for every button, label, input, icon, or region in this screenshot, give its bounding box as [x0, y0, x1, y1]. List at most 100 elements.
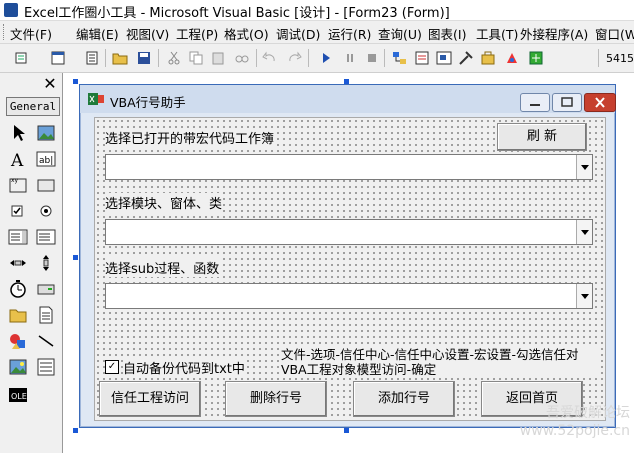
- toolbox-general-tab[interactable]: General: [6, 97, 60, 116]
- menu-tools[interactable]: 工具(T): [476, 24, 518, 43]
- standard-toolbar: 5415: [0, 44, 634, 73]
- menu-debug[interactable]: 调试(D): [276, 24, 320, 43]
- toolbar-separator: [308, 49, 309, 67]
- ole-icon[interactable]: OLE: [8, 385, 28, 405]
- position-readout: 5415: [606, 52, 634, 65]
- window-title: Excel工作圈小工具 - Microsoft Visual Basic [设计…: [24, 6, 450, 21]
- delete-line-numbers-button[interactable]: 删除行号: [225, 381, 327, 417]
- svg-text:ab|: ab|: [39, 156, 53, 166]
- textbox-icon[interactable]: ab|: [36, 149, 56, 169]
- trust-instructions: 文件-选项-信任中心-信任中心设置-宏设置-勾选信任对VBA工程对象模型访问-确…: [281, 347, 601, 377]
- workbook-combobox[interactable]: [105, 154, 593, 180]
- maximize-button[interactable]: [552, 93, 582, 112]
- toolbar-separator: [256, 49, 257, 67]
- label-icon[interactable]: A: [8, 149, 28, 169]
- stop-icon[interactable]: [364, 50, 380, 66]
- properties-window-icon[interactable]: [414, 50, 430, 66]
- menu-window[interactable]: 窗口(W: [595, 24, 634, 43]
- redo-icon[interactable]: [286, 50, 302, 66]
- commandbutton-icon[interactable]: [36, 175, 56, 195]
- vb-app-icon: [4, 3, 18, 17]
- excel-form-icon: [88, 92, 104, 106]
- sub-combobox[interactable]: [105, 283, 593, 309]
- add-form-icon[interactable]: [50, 50, 66, 66]
- backup-checkbox[interactable]: ✓: [105, 360, 119, 374]
- trust-project-access-button[interactable]: 信任工程访问: [99, 381, 201, 417]
- drivelistbox-icon[interactable]: [36, 279, 56, 299]
- pointer-icon[interactable]: [8, 123, 28, 143]
- watermark-line1: 吾爱破解论坛: [546, 405, 630, 421]
- menu-project[interactable]: 工程(P): [176, 24, 218, 43]
- sub-label: 选择sub过程、函数: [105, 258, 220, 277]
- add-project-icon[interactable]: [14, 50, 30, 66]
- menu-format[interactable]: 格式(O): [224, 24, 269, 43]
- toolbar-separator: [598, 49, 599, 67]
- run-icon[interactable]: [318, 50, 334, 66]
- cut-icon[interactable]: [166, 50, 182, 66]
- menu-diagram[interactable]: 图表(I): [428, 24, 466, 43]
- toolbar-separator: [384, 49, 385, 67]
- optionbutton-icon[interactable]: [36, 201, 56, 221]
- backup-checkbox-label: 自动备份代码到txt中: [123, 358, 245, 377]
- toolbar-separator: [105, 49, 106, 67]
- module-label: 选择模块、窗体、类: [105, 193, 223, 212]
- form-title: VBA行号助手: [110, 95, 186, 110]
- form-title-bar: VBA行号助手: [80, 85, 616, 113]
- undo-icon[interactable]: [262, 50, 278, 66]
- module-combobox[interactable]: [105, 219, 593, 245]
- chevron-down-icon[interactable]: [576, 284, 592, 308]
- add-line-numbers-button[interactable]: 添加行号: [353, 381, 455, 417]
- svg-text:A: A: [10, 151, 24, 169]
- chevron-down-icon[interactable]: [576, 155, 592, 179]
- object-browser-icon[interactable]: [458, 50, 474, 66]
- image-icon[interactable]: [8, 357, 28, 377]
- chevron-down-icon[interactable]: [576, 220, 592, 244]
- picturebox-icon[interactable]: [36, 123, 56, 143]
- line-icon[interactable]: [36, 331, 56, 351]
- menu-addins[interactable]: 外接程序(A): [520, 24, 588, 43]
- form-layout-icon[interactable]: [436, 50, 452, 66]
- close-button[interactable]: [584, 93, 616, 112]
- timer-icon[interactable]: [8, 279, 28, 299]
- menu-file[interactable]: 文件(F): [10, 24, 52, 43]
- checkbox-icon[interactable]: [8, 201, 28, 221]
- data-view-icon[interactable]: [504, 50, 520, 66]
- toolbox-icon[interactable]: [480, 50, 496, 66]
- dirlistbox-icon[interactable]: [8, 305, 28, 325]
- project-explorer-icon[interactable]: [392, 50, 408, 66]
- toolbox-panel: ✕ General A ab| xy OLE: [0, 73, 63, 453]
- resize-handle[interactable]: [73, 79, 78, 84]
- combobox-icon[interactable]: [8, 227, 28, 247]
- data-control-icon[interactable]: [36, 357, 56, 377]
- visual-component-icon[interactable]: [528, 50, 544, 66]
- find-icon[interactable]: [234, 50, 250, 66]
- copy-icon[interactable]: [188, 50, 204, 66]
- open-folder-icon[interactable]: [112, 50, 128, 66]
- minimize-button[interactable]: [520, 93, 550, 112]
- menu-query[interactable]: 查询(U): [378, 24, 422, 43]
- save-icon[interactable]: [136, 50, 152, 66]
- listbox-icon[interactable]: [36, 227, 56, 247]
- pause-icon[interactable]: [342, 50, 358, 66]
- shape-icon[interactable]: [8, 331, 28, 351]
- menu-view[interactable]: 视图(V): [126, 24, 169, 43]
- refresh-button[interactable]: 刷 新: [497, 123, 587, 151]
- toolbar-separator: [158, 49, 159, 67]
- paste-icon[interactable]: [210, 50, 226, 66]
- svg-text:OLE: OLE: [11, 392, 27, 401]
- close-icon[interactable]: ✕: [42, 75, 58, 93]
- filelistbox-icon[interactable]: [36, 305, 56, 325]
- watermark-line2: www.52pojie.cn: [519, 423, 630, 439]
- frame-icon[interactable]: xy: [8, 175, 28, 195]
- menu-grip[interactable]: [3, 24, 7, 40]
- resize-handle[interactable]: [73, 255, 78, 260]
- resize-handle[interactable]: [344, 428, 349, 433]
- menu-run[interactable]: 运行(R): [328, 24, 371, 43]
- vba-form-window[interactable]: VBA行号助手 选择已打开的带宏代码工作簿 刷 新 选择模块、窗体、类 选择su…: [79, 84, 616, 428]
- resize-handle[interactable]: [73, 428, 78, 433]
- menu-edit[interactable]: 编辑(E): [76, 24, 119, 43]
- form-client-area: 选择已打开的带宏代码工作簿 刷 新 选择模块、窗体、类 选择sub过程、函数 ✓…: [94, 117, 606, 421]
- vscrollbar-icon[interactable]: [36, 253, 56, 273]
- hscrollbar-icon[interactable]: [8, 253, 28, 273]
- menu-editor-icon[interactable]: [84, 50, 100, 66]
